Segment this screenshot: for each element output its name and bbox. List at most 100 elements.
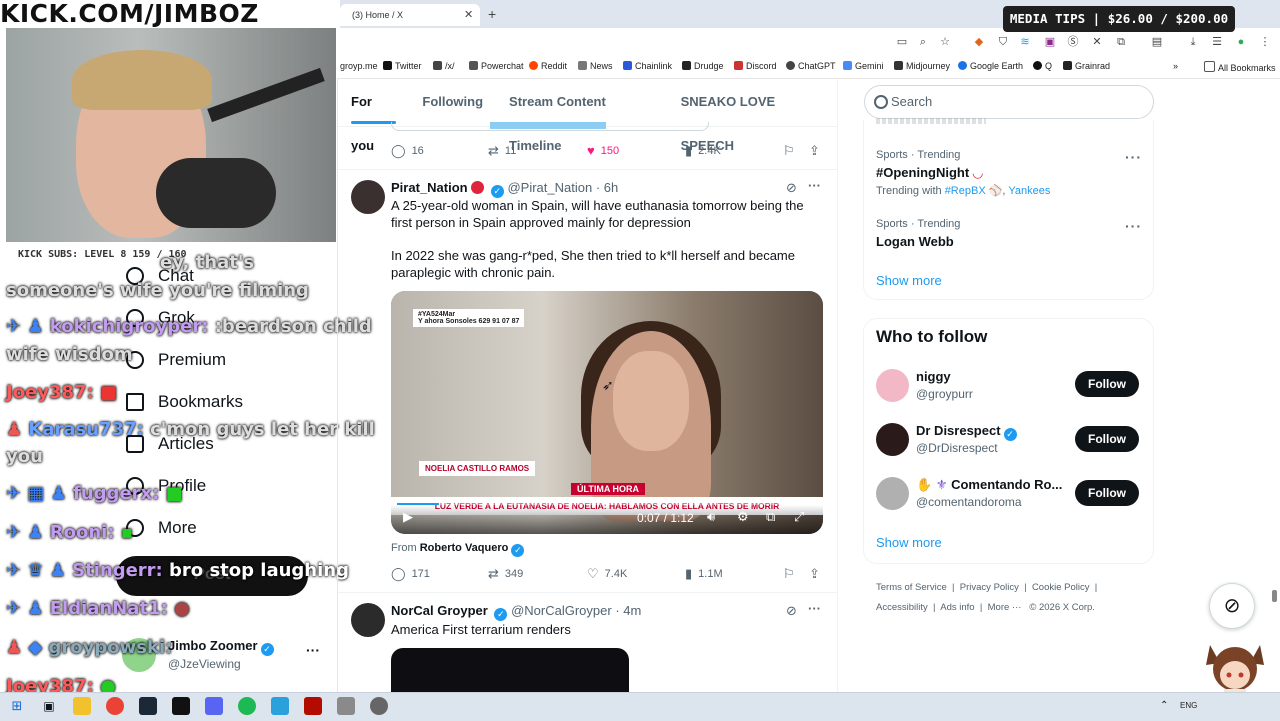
new-tab-icon[interactable]: + xyxy=(488,6,496,22)
bookmark-item[interactable]: Gemini xyxy=(843,61,884,71)
share-button[interactable]: ⇪ xyxy=(809,566,820,582)
bookmark-item[interactable]: Midjourney xyxy=(894,61,950,71)
author-name[interactable]: Pirat_Nation xyxy=(391,180,468,195)
explorer-icon[interactable] xyxy=(73,697,91,715)
footer-link[interactable]: More ··· xyxy=(988,602,1022,613)
author-name[interactable]: NorCal Groyper xyxy=(391,603,488,618)
account-handle[interactable]: @DrDisrespect xyxy=(916,441,998,455)
reading-list-icon[interactable]: ☰ xyxy=(1210,35,1224,49)
video-progress-track[interactable] xyxy=(397,503,817,505)
tab-close-icon[interactable]: ✕ xyxy=(464,8,473,21)
grok-icon[interactable]: ⊘ xyxy=(1209,583,1255,629)
views-button[interactable]: ▮ 1.1M xyxy=(685,566,723,582)
tray-up-icon[interactable]: ⌃ xyxy=(1160,700,1168,711)
extension-icon[interactable]: ≋ xyxy=(1018,35,1032,49)
more-icon[interactable]: ··· xyxy=(1125,149,1142,165)
avatar[interactable] xyxy=(351,180,385,214)
follow-button[interactable]: Follow xyxy=(1075,480,1139,506)
play-icon[interactable]: ▶ xyxy=(403,509,413,525)
avatar[interactable] xyxy=(876,423,909,456)
footer-link[interactable]: Privacy Policy xyxy=(960,582,1019,593)
footer-link[interactable]: Terms of Service xyxy=(876,582,947,593)
bookmark-item[interactable]: ChatGPT xyxy=(786,61,836,71)
volume-icon[interactable]: 🔊︎ xyxy=(707,509,715,525)
views-button[interactable]: ▮ 2.4K xyxy=(685,143,721,159)
bookmark-item[interactable]: Q xyxy=(1033,61,1052,71)
nav-bookmarks[interactable]: Bookmarks xyxy=(126,392,243,412)
author-handle[interactable]: @Pirat_Nation xyxy=(507,180,592,195)
account-name[interactable]: niggy xyxy=(916,369,951,384)
bookmark-item[interactable]: Google Earth xyxy=(958,61,1023,71)
tab-stream-content-timeline[interactable]: Stream Content Timeline xyxy=(496,80,668,153)
share-button[interactable]: ⇪ xyxy=(809,143,820,159)
trend-name[interactable]: Logan Webb xyxy=(876,234,954,249)
extension-icon-3[interactable]: Ⓢ xyxy=(1066,35,1080,49)
tab-sneako-love-speech[interactable]: SNEAKO LOVE SPEECH xyxy=(668,80,838,153)
bookmark-item[interactable]: groyp.me xyxy=(340,61,378,71)
puzzle-icon[interactable]: ⧉ xyxy=(1114,35,1128,49)
app-icon[interactable] xyxy=(304,697,322,715)
cast-icon[interactable]: ▭ xyxy=(895,35,909,49)
bookmark-item[interactable]: Twitter xyxy=(383,61,422,71)
x-extension-icon[interactable]: ✕ xyxy=(1090,35,1104,49)
post-time[interactable]: · 6h xyxy=(596,180,618,195)
avatar[interactable] xyxy=(876,369,909,402)
extension-icon-2[interactable]: ▣ xyxy=(1043,35,1057,49)
metamask-icon[interactable]: ◆ xyxy=(972,35,986,49)
reply-button[interactable]: ◯ 16 xyxy=(391,143,424,159)
bookmarks-more-icon[interactable]: » xyxy=(1173,61,1178,71)
browser-tab[interactable]: (3) Home / X xyxy=(340,4,480,26)
account-handle[interactable]: @groypurr xyxy=(916,387,973,401)
grok-icon[interactable]: ⊘ xyxy=(786,180,797,196)
bookmark-item[interactable]: Chainlink xyxy=(623,61,672,71)
grok-icon[interactable]: ⊘ xyxy=(786,603,797,619)
footer-link[interactable]: Accessibility xyxy=(876,602,928,613)
spotify-icon[interactable] xyxy=(238,697,256,715)
video-player[interactable]: #YA524Mar Y ahora Sonsoles 629 91 07 87 N… xyxy=(391,291,823,534)
post-time[interactable]: · 4m xyxy=(615,603,641,618)
more-icon[interactable]: ··· xyxy=(808,601,821,616)
repost-button[interactable]: ⇄ 11 xyxy=(488,143,516,159)
footer-link[interactable]: Ads info xyxy=(940,602,974,613)
telegram-icon[interactable] xyxy=(271,697,289,715)
avatar[interactable] xyxy=(876,477,909,510)
download-icon[interactable]: ⤓ xyxy=(1186,35,1200,49)
app-icon-2[interactable] xyxy=(337,697,355,715)
account-name[interactable]: Dr Disrespect ✓ xyxy=(916,423,1017,441)
menu-icon[interactable]: ⋮ xyxy=(1258,35,1272,49)
tab-following[interactable]: Following xyxy=(409,80,496,126)
bookmark-item[interactable]: Grainrad xyxy=(1063,61,1110,71)
avatar[interactable] xyxy=(351,603,385,637)
source-name[interactable]: Roberto Vaquero xyxy=(420,542,509,554)
tab-for-you[interactable]: For you xyxy=(338,80,409,153)
app-icon-3[interactable] xyxy=(370,697,388,715)
settings-icon[interactable]: ⚙ xyxy=(737,509,749,525)
footer-link[interactable]: Cookie Policy xyxy=(1032,582,1090,593)
fullscreen-icon[interactable]: ⤢ xyxy=(794,509,804,525)
scrollbar-thumb[interactable] xyxy=(1272,590,1277,602)
search-input[interactable]: Search xyxy=(864,85,1154,119)
author-handle[interactable]: @NorCalGroyper xyxy=(511,603,612,618)
show-more-link[interactable]: Show more xyxy=(876,273,942,288)
bookmark-button[interactable]: ⚐ xyxy=(783,566,795,582)
start-icon[interactable]: ⊞ xyxy=(8,697,26,715)
account-name[interactable]: ✋ ⚜ Comentando Ro... xyxy=(916,477,1062,493)
nav-more[interactable]: More xyxy=(126,518,197,538)
repost-button[interactable]: ⇄ 349 xyxy=(488,566,523,582)
like-button[interactable]: ♥ 150 xyxy=(587,143,619,158)
shield-icon[interactable]: ⛉ xyxy=(996,35,1010,49)
more-icon[interactable]: ··· xyxy=(808,178,821,193)
account-handle[interactable]: @comentandoroma xyxy=(916,495,1022,509)
follow-button[interactable]: Follow xyxy=(1075,371,1139,397)
profile-icon[interactable]: ● xyxy=(1234,35,1248,49)
sidepanel-icon[interactable]: ▤ xyxy=(1150,35,1164,49)
reply-button[interactable]: ◯ 171 xyxy=(391,566,430,582)
discord-icon[interactable] xyxy=(205,697,223,715)
post-image[interactable] xyxy=(391,648,629,692)
follow-button[interactable]: Follow xyxy=(1075,426,1139,452)
taskview-icon[interactable]: ▣ xyxy=(40,697,58,715)
bookmark-item[interactable]: News xyxy=(578,61,613,71)
trend-name[interactable]: #OpeningNight ◡ xyxy=(876,165,983,181)
chrome-icon[interactable] xyxy=(106,697,124,715)
zoom-icon[interactable]: ⌕ xyxy=(916,35,930,49)
